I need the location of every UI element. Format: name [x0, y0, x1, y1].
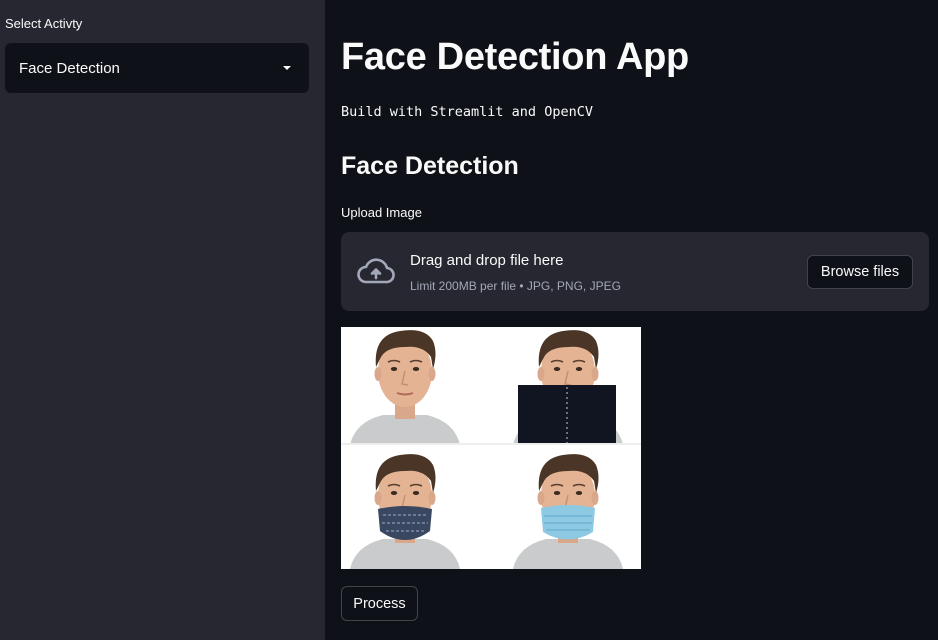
activity-select[interactable]: Face Detection	[5, 43, 309, 93]
main-content: Face Detection App Build with Streamlit …	[325, 0, 938, 640]
caret-down-icon	[283, 66, 291, 70]
uploaded-image	[341, 327, 641, 569]
sidebar: Select Activty Face Detection	[0, 0, 325, 640]
dropzone-title: Drag and drop file here	[410, 252, 564, 269]
cloud-upload-icon	[357, 258, 395, 284]
file-dropzone[interactable]: Drag and drop file here Limit 200MB per …	[341, 232, 929, 311]
page-subtitle: Build with Streamlit and OpenCV	[341, 104, 593, 120]
select-activity-label: Select Activty	[5, 16, 83, 31]
page-title: Face Detection App	[341, 36, 689, 78]
dropzone-limit: Limit 200MB per file • JPG, PNG, JPEG	[410, 279, 621, 293]
activity-select-value: Face Detection	[19, 59, 120, 77]
process-button[interactable]: Process	[341, 586, 418, 621]
section-title: Face Detection	[341, 152, 519, 180]
face-grid-illustration	[341, 327, 641, 569]
upload-label: Upload Image	[341, 205, 422, 220]
browse-files-button[interactable]: Browse files	[807, 255, 913, 289]
